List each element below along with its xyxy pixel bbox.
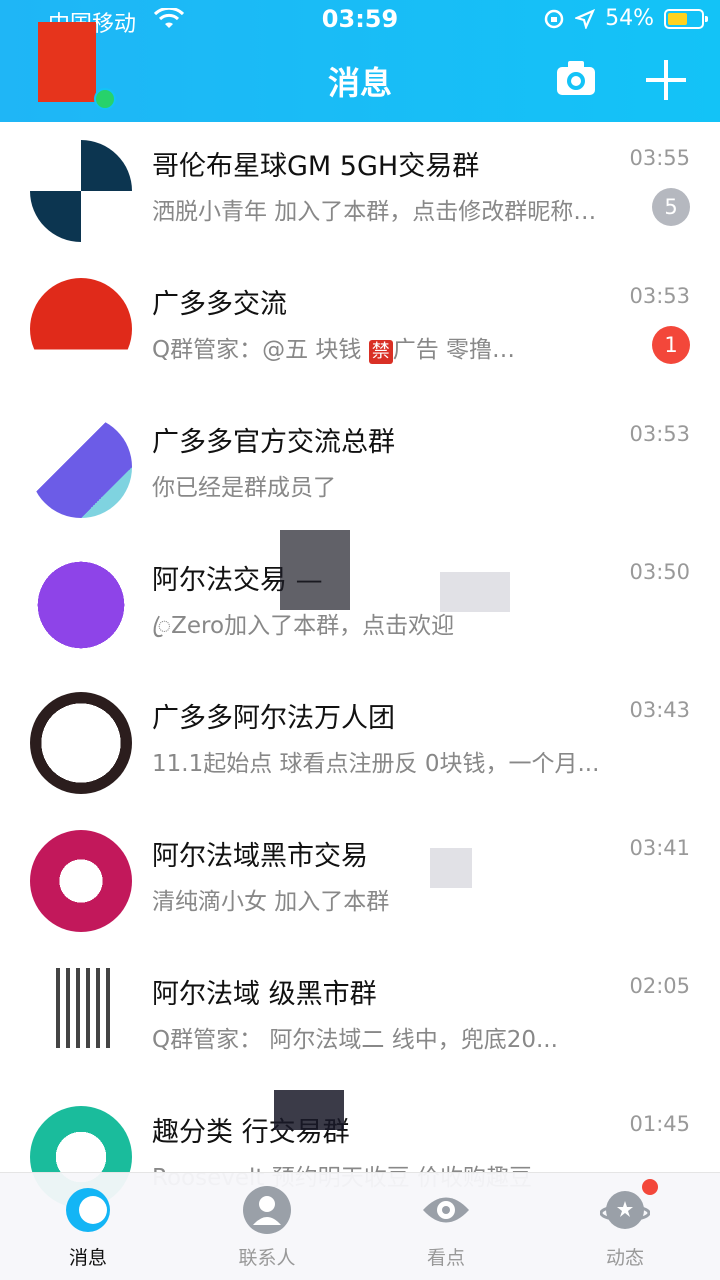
tab-messages[interactable]: 消息: [28, 1185, 148, 1270]
redaction-block: [440, 572, 510, 612]
add-button[interactable]: [646, 60, 686, 100]
conversation-preview: ꦿZero加入了本群，点击欢迎: [152, 613, 455, 639]
preview-text: Q群管家：@五 块钱: [152, 337, 369, 363]
notification-dot: [642, 1179, 658, 1195]
conversation-row[interactable]: 阿尔法域黑市交易 清纯滴小女 加入了本群 03:41: [0, 812, 720, 950]
group-avatar: [30, 554, 132, 656]
redaction-block: [274, 1090, 344, 1130]
conversation-title: 广多多阿尔法万人团: [152, 703, 395, 734]
status-bar: 中国移动 03:59 54%: [0, 0, 720, 40]
conversation-row[interactable]: 广多多交流 Q群管家：@五 块钱 禁广告 零撸… 03:53 1: [0, 260, 720, 398]
eye-icon: [421, 1185, 471, 1235]
conversation-preview: 洒脱小青年 加入了本群，点击修改群昵称…: [152, 199, 597, 225]
conversation-list: 哥伦布星球GM 5GH交易群 洒脱小青年 加入了本群，点击修改群昵称… 03:5…: [0, 122, 720, 1226]
contacts-icon: [242, 1185, 292, 1235]
redaction-block: [430, 848, 472, 888]
conversation-row[interactable]: 广多多阿尔法万人团 11.1起始点 球看点注册反 0块钱，一个月... 03:4…: [0, 674, 720, 812]
conversation-preview: Q群管家： 阿尔法域二 线中，兜底20...: [152, 1027, 558, 1053]
group-avatar: [30, 140, 132, 242]
unread-badge: 5: [652, 188, 690, 226]
group-avatar: [30, 278, 132, 380]
page-title: 消息: [327, 64, 392, 102]
conversation-row[interactable]: 阿尔法域 级黑市群 Q群管家： 阿尔法域二 线中，兜底20... 02:05: [0, 950, 720, 1088]
bottom-tab-bar: 消息 联系人 看点 动态: [0, 1172, 720, 1280]
conversation-preview: 11.1起始点 球看点注册反 0块钱，一个月...: [152, 751, 600, 777]
conversation-time: 02:05: [629, 974, 690, 998]
ban-emoji-icon: 禁: [368, 340, 393, 364]
battery-fill: [668, 12, 688, 25]
conversation-time: 01:45: [629, 1112, 690, 1136]
redaction-block: [280, 530, 350, 610]
camera-icon[interactable]: [556, 60, 596, 96]
conversation-title: 广多多官方交流总群: [152, 427, 395, 458]
battery-percent: 54%: [605, 6, 654, 31]
conversation-time: 03:50: [629, 560, 690, 584]
group-avatar: [30, 692, 132, 794]
conversation-row[interactable]: 广多多官方交流总群 你已经是群成员了 03:53: [0, 398, 720, 536]
conversation-title: 哥伦布星球GM 5GH交易群: [152, 151, 480, 182]
conversation-title: 阿尔法域 级黑市群: [152, 979, 377, 1010]
planet-icon: [599, 1179, 658, 1235]
conversation-time: 03:41: [629, 836, 690, 860]
unread-badge: 1: [652, 326, 690, 364]
group-avatar: [30, 416, 132, 518]
tab-moments[interactable]: 动态: [565, 1179, 685, 1270]
tab-label: 联系人: [238, 1247, 296, 1269]
battery-icon: [664, 8, 708, 29]
conversation-preview: Q群管家：@五 块钱 禁广告 零撸…: [152, 330, 515, 364]
tab-label: 动态: [605, 1247, 644, 1269]
conversation-row[interactable]: 哥伦布星球GM 5GH交易群 洒脱小青年 加入了本群，点击修改群昵称… 03:5…: [0, 122, 720, 260]
top-header: 中国移动 03:59 54% 消息: [0, 0, 720, 122]
conversation-preview: 清纯滴小女 加入了本群: [152, 889, 390, 915]
tab-contacts[interactable]: 联系人: [207, 1185, 327, 1270]
group-avatar: [30, 830, 132, 932]
tab-discover[interactable]: 看点: [386, 1185, 506, 1270]
group-avatar: [50, 968, 110, 1048]
conversation-time: 03:43: [629, 698, 690, 722]
tab-label: 看点: [426, 1247, 465, 1269]
location-icon: [575, 8, 596, 29]
conversation-row[interactable]: 阿尔法交易 — ꦿZero加入了本群，点击欢迎 03:50: [0, 530, 720, 674]
conversation-preview: 你已经是群成员了: [152, 475, 336, 501]
preview-text: 广告 零撸…: [392, 337, 516, 363]
conversation-title: 广多多交流: [152, 289, 287, 320]
conversation-time: 03:55: [629, 146, 690, 170]
conversation-time: 03:53: [629, 422, 690, 446]
rotation-lock-icon: [544, 9, 564, 28]
conversation-time: 03:53: [629, 284, 690, 308]
message-icon: [63, 1185, 113, 1235]
tab-label: 消息: [68, 1247, 107, 1269]
conversation-title: 阿尔法域黑市交易: [152, 841, 368, 872]
